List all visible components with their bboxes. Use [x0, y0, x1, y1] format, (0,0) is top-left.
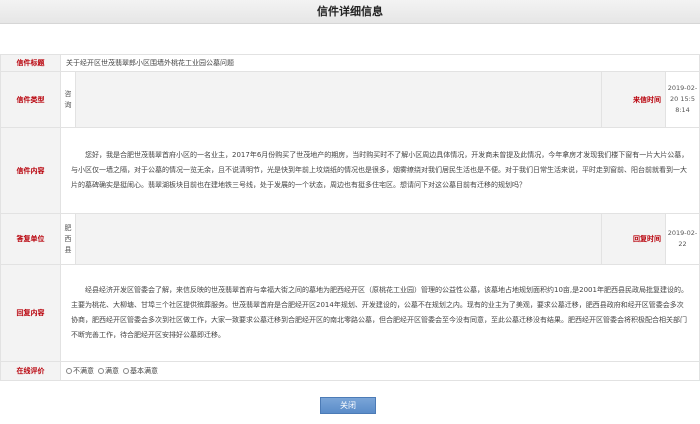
rating-option-unsatisfied[interactable]: 不满意 [66, 366, 94, 376]
reply-unit-filler [75, 213, 602, 265]
title-label: 信件标题 [0, 54, 61, 72]
rating-option-label: 满意 [105, 367, 119, 375]
radio-icon[interactable] [123, 368, 129, 374]
title-row: 信件标题 关于经开区世茂翡翠郎小区围墙外桃花工业园公墓问题 [0, 54, 700, 72]
rating-option-satisfied[interactable]: 满意 [98, 366, 119, 376]
reply-time-value: 2019-02-22 [665, 213, 700, 265]
type-value: 咨询 [60, 71, 76, 128]
radio-icon[interactable] [98, 368, 104, 374]
type-row: 信件类型 咨询 来信时间 2019-02-20 15:58:14 [0, 71, 700, 128]
reply-unit-row: 答复单位 肥西县 回复时间 2019-02-22 [0, 213, 700, 265]
rating-option-label: 不满意 [73, 367, 94, 375]
reply-content-row: 回复内容 经县经济开发区管委会了解，来信反映的世茂翡翠首府与幸福大街之间的墓地为… [0, 264, 700, 362]
type-filler [75, 71, 602, 128]
rating-label: 在线评价 [0, 361, 61, 381]
rating-option-basically-satisfied[interactable]: 基本满意 [123, 366, 158, 376]
content-label: 信件内容 [0, 127, 61, 214]
letter-detail-table: 信件标题 关于经开区世茂翡翠郎小区围墙外桃花工业园公墓问题 信件类型 咨询 来信… [0, 54, 700, 381]
rating-options: 不满意 满意 基本满意 [60, 361, 700, 381]
reply-content-label: 回复内容 [0, 264, 61, 362]
rating-option-label: 基本满意 [130, 367, 158, 375]
type-label: 信件类型 [0, 71, 61, 128]
close-button[interactable]: 关闭 [320, 397, 376, 414]
reply-unit-value: 肥西县 [60, 213, 76, 265]
page-title: 信件详细信息 [0, 0, 700, 24]
content-value: 您好，我是合肥世茂翡翠首府小区的一名业主，2017年6月份购买了世茂地产的期房，… [60, 127, 700, 214]
receive-time-label: 来信时间 [601, 71, 666, 128]
reply-unit-label: 答复单位 [0, 213, 61, 265]
rating-row: 在线评价 不满意 满意 基本满意 [0, 361, 700, 381]
title-value: 关于经开区世茂翡翠郎小区围墙外桃花工业园公墓问题 [60, 54, 700, 72]
reply-content-text: 经县经济开发区管委会了解，来信反映的世茂翡翠首府与幸福大街之间的墓地为肥西经开区… [71, 286, 688, 339]
reply-time-label: 回复时间 [601, 213, 666, 265]
reply-content-value: 经县经济开发区管委会了解，来信反映的世茂翡翠首府与幸福大街之间的墓地为肥西经开区… [60, 264, 700, 362]
content-text: 您好，我是合肥世茂翡翠首府小区的一名业主，2017年6月份购买了世茂地产的期房，… [71, 151, 689, 189]
radio-icon[interactable] [66, 368, 72, 374]
content-row: 信件内容 您好，我是合肥世茂翡翠首府小区的一名业主，2017年6月份购买了世茂地… [0, 127, 700, 214]
receive-time-value: 2019-02-20 15:58:14 [665, 71, 700, 128]
